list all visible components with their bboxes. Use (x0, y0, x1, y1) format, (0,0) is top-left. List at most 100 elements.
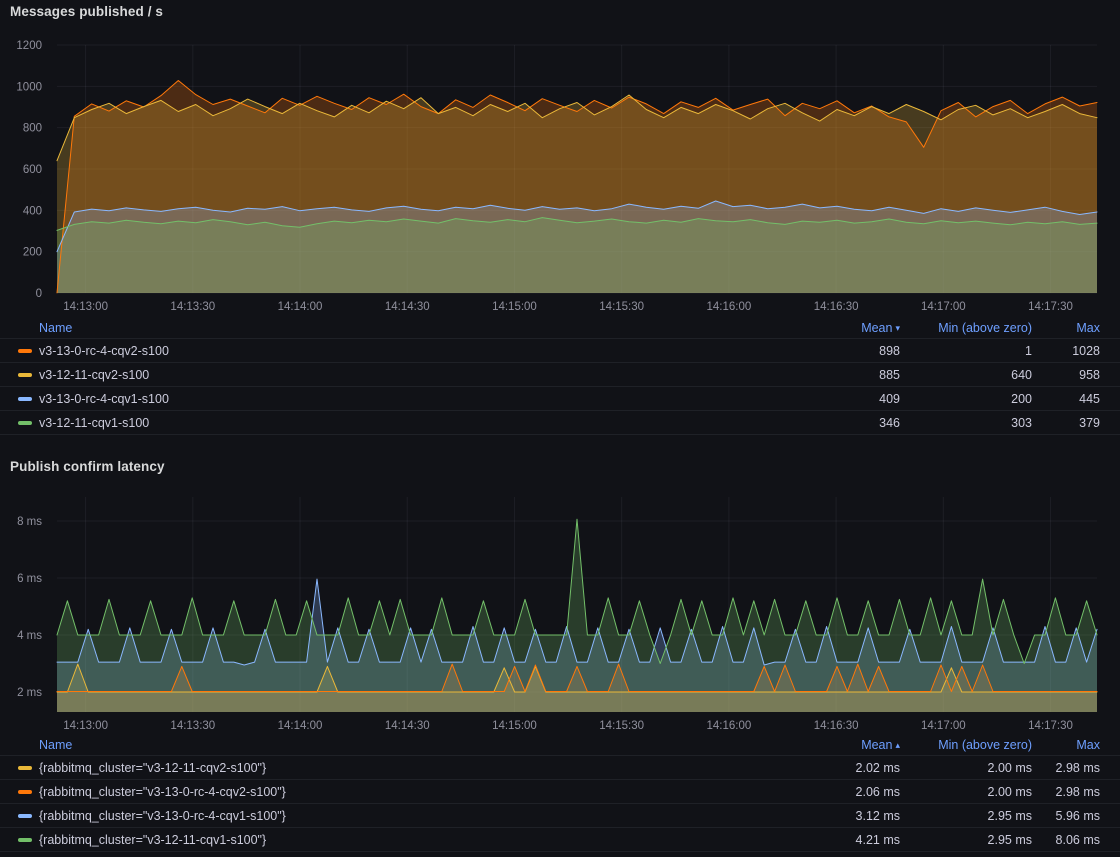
series-color-swatch[interactable] (18, 397, 32, 401)
series-fills (57, 81, 1097, 294)
x-tick-label: 14:13:30 (170, 720, 215, 732)
legend-row[interactable]: {rabbitmq_cluster="v3-12-11-cqv2-s100"} 2… (0, 756, 1120, 780)
y-tick-label: 4 ms (17, 630, 42, 642)
timeseries-chart-messages[interactable]: 02004006008001000120014:13:0014:13:3014:… (0, 28, 1120, 316)
column-header-max[interactable]: Max (1032, 738, 1100, 752)
x-tick-label: 14:16:00 (707, 720, 752, 732)
series-min-value: 2.00 ms (900, 761, 1032, 775)
series-mean-value: 346 (790, 416, 900, 430)
x-tick-label: 14:17:30 (1028, 301, 1073, 313)
series-max-value: 958 (1032, 368, 1100, 382)
series-mean-value: 409 (790, 392, 900, 406)
y-tick-label: 600 (23, 164, 42, 176)
series-name-cell[interactable]: v3-13-0-rc-4-cqv1-s100 (18, 392, 790, 406)
x-tick-label: 14:14:00 (278, 720, 323, 732)
series-mean-value: 2.02 ms (790, 761, 900, 775)
column-header-min[interactable]: Min (above zero) (900, 321, 1032, 335)
x-tick-label: 14:16:30 (814, 720, 859, 732)
series-name-label: v3-13-0-rc-4-cqv1-s100 (39, 392, 169, 406)
panel-title: Messages published / s (10, 4, 163, 19)
series-max-value: 5.96 ms (1032, 809, 1100, 823)
series-name-cell[interactable]: {rabbitmq_cluster="v3-13-0-rc-4-cqv2-s10… (18, 785, 790, 799)
series-max-value: 8.06 ms (1032, 833, 1100, 847)
y-tick-label: 2 ms (17, 687, 42, 699)
legend-row[interactable]: {rabbitmq_cluster="v3-12-11-cqv1-s100"} 4… (0, 828, 1120, 852)
legend-row[interactable]: v3-12-11-cqv2-s100885640958 (0, 363, 1120, 387)
series-name-cell[interactable]: v3-13-0-rc-4-cqv2-s100 (18, 344, 790, 358)
y-tick-label: 1200 (16, 40, 42, 52)
column-header-min[interactable]: Min (above zero) (900, 738, 1032, 752)
y-tick-label: 400 (23, 205, 42, 217)
x-tick-label: 14:17:00 (921, 720, 966, 732)
series-name-label: {rabbitmq_cluster="v3-12-11-cqv1-s100"} (39, 833, 266, 847)
series-max-value: 2.98 ms (1032, 761, 1100, 775)
series-min-value: 2.00 ms (900, 785, 1032, 799)
timeseries-chart-latency[interactable]: 2 ms 4 ms 6 ms 8 ms 14:13:00 14:13:30 14:14:00… (0, 480, 1120, 740)
y-tick-label: 800 (23, 123, 42, 135)
legend-row[interactable]: v3-13-0-rc-4-cqv2-s100 89811028 (0, 339, 1120, 363)
column-header-name[interactable]: Name (18, 321, 790, 335)
series-mean-value: 4.21 ms (790, 833, 900, 847)
column-header-mean[interactable]: Mean▾ (790, 321, 900, 335)
x-tick-label: 14:14:00 (278, 301, 323, 313)
legend-row[interactable]: {rabbitmq_cluster="v3-13-0-rc-4-cqv1-s10… (0, 804, 1120, 828)
sort-asc-icon: ▴ (895, 740, 900, 750)
legend-row[interactable]: v3-13-0-rc-4-cqv1-s100409200445 (0, 387, 1120, 411)
series-min-value: 1 (900, 344, 1032, 358)
x-tick-label: 14:15:30 (599, 720, 644, 732)
series-max-value: 445 (1032, 392, 1100, 406)
series-max-value: 379 (1032, 416, 1100, 430)
series-name-cell[interactable]: v3-12-11-cqv2-s100 (18, 368, 790, 382)
series-min-value: 640 (900, 368, 1032, 382)
series-color-swatch[interactable] (18, 838, 32, 842)
series-mean-value: 898 (790, 344, 900, 358)
series-name-cell[interactable]: {rabbitmq_cluster="v3-13-0-rc-4-cqv1-s10… (18, 809, 790, 823)
x-tick-label: 14:15:30 (599, 301, 644, 313)
x-tick-label: 14:13:30 (170, 301, 215, 313)
column-header-max[interactable]: Max (1032, 321, 1100, 335)
legend-row[interactable]: {rabbitmq_cluster="v3-13-0-rc-4-cqv2-s10… (0, 780, 1120, 804)
series-name-cell[interactable]: {rabbitmq_cluster="v3-12-11-cqv2-s100"} (18, 761, 790, 775)
series-min-value: 2.95 ms (900, 833, 1032, 847)
series-mean-value: 2.06 ms (790, 785, 900, 799)
series-color-swatch[interactable] (18, 373, 32, 377)
column-header-mean[interactable]: Mean▴ (790, 738, 900, 752)
series-name-cell[interactable]: v3-12-11-cqv1-s100 (18, 416, 790, 430)
x-tick-label: 14:13:00 (63, 720, 108, 732)
y-tick-label: 8 ms (17, 516, 42, 528)
y-tick-label: 1000 (16, 81, 42, 93)
x-tick-label: 14:15:00 (492, 720, 537, 732)
legend-table-messages: NameMean▾Min (above zero)Maxv3-13-0-rc-4… (0, 317, 1120, 435)
series-fill (57, 519, 1097, 712)
y-tick-label: 6 ms (17, 573, 42, 585)
series-name-label: v3-12-11-cqv2-s100 (39, 368, 149, 382)
series-min-value: 303 (900, 416, 1032, 430)
series-color-swatch[interactable] (18, 766, 32, 770)
series-name-label: {rabbitmq_cluster="v3-13-0-rc-4-cqv1-s10… (39, 809, 286, 823)
sort-desc-icon: ▾ (895, 323, 900, 333)
legend-header-row: NameMean▾Min (above zero)Max (0, 317, 1120, 339)
x-tick-label: 14:17:00 (921, 301, 966, 313)
legend-row[interactable]: v3-12-11-cqv1-s100346303379 (0, 411, 1120, 435)
x-tick-label: 14:16:00 (707, 301, 752, 313)
x-tick-label: 14:13:00 (63, 301, 108, 313)
series-name-label: v3-13-0-rc-4-cqv2-s100 (39, 344, 169, 358)
series-name-cell[interactable]: {rabbitmq_cluster="v3-12-11-cqv1-s100"} (18, 833, 790, 847)
series-fill (57, 218, 1097, 293)
series-color-swatch[interactable] (18, 349, 32, 353)
series-name-label: {rabbitmq_cluster="v3-13-0-rc-4-cqv2-s10… (39, 785, 286, 799)
x-tick-label: 14:14:30 (385, 720, 430, 732)
series-color-swatch[interactable] (18, 421, 32, 425)
series-mean-value: 3.12 ms (790, 809, 900, 823)
series-min-value: 2.95 ms (900, 809, 1032, 823)
x-tick-label: 14:16:30 (814, 301, 859, 313)
series-color-swatch[interactable] (18, 790, 32, 794)
series-name-label: {rabbitmq_cluster="v3-12-11-cqv2-s100"} (39, 761, 266, 775)
panel-title: Publish confirm latency (10, 459, 165, 474)
series-color-swatch[interactable] (18, 814, 32, 818)
series-max-value: 1028 (1032, 344, 1100, 358)
x-tick-label: 14:14:30 (385, 301, 430, 313)
column-header-name[interactable]: Name (18, 738, 790, 752)
series-max-value: 2.98 ms (1032, 785, 1100, 799)
y-tick-label: 0 (36, 288, 42, 300)
